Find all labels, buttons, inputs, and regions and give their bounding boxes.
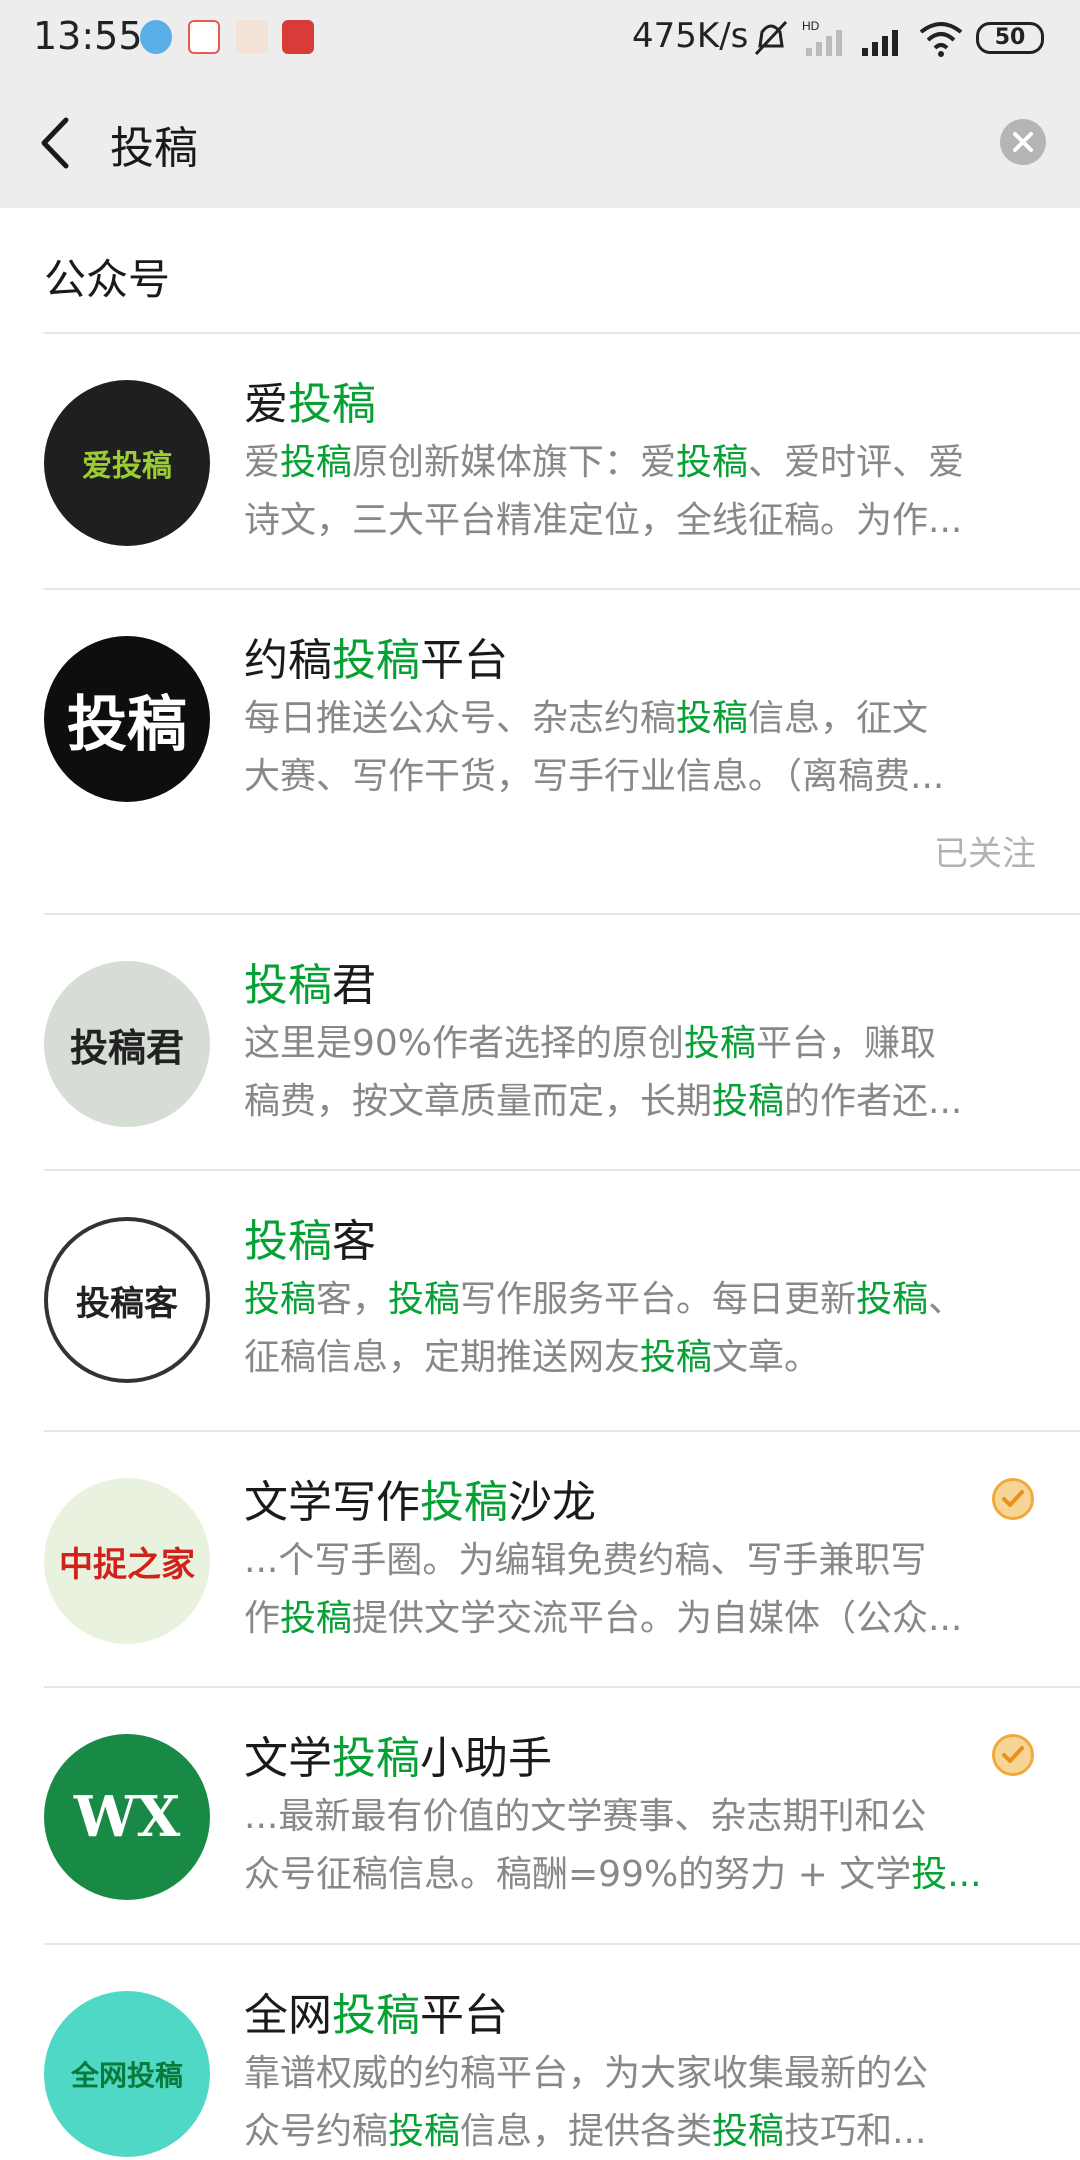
section-title-official-accounts: 公众号: [44, 255, 171, 304]
qq-notification-icon: [140, 20, 172, 54]
mute-icon: [754, 20, 788, 56]
map-notification-icon: [188, 20, 220, 54]
network-speed: 475K/s: [632, 16, 749, 56]
account-description: 投稿客，投稿写作服务平台。每日更新投稿、 征稿信息，定期推送网友投稿文章。: [244, 1279, 965, 1378]
account-avatar: WX: [44, 1734, 210, 1900]
svg-text:HD: HD: [802, 19, 820, 33]
account-avatar: 投稿: [44, 636, 210, 802]
account-description: ...最新最有价值的文学赛事、杂志期刊和公 众号征稿信息。稿酬=99%的努力 + …: [244, 1796, 982, 1895]
cell-signal-icon: [862, 30, 898, 56]
account-name: 全网投稿平台: [244, 1990, 508, 2041]
verified-badge-icon: [992, 1478, 1034, 1520]
account-name: 投稿客: [244, 1216, 376, 1267]
verified-badge-icon: [992, 1734, 1034, 1776]
account-avatar: 投稿君: [44, 961, 210, 1127]
result-item[interactable]: WX 文学投稿小助手 ...最新最有价值的文学赛事、杂志期刊和公 众号征稿信息。稿酬=…: [0, 1688, 1080, 1945]
account-name: 约稿投稿平台: [244, 635, 508, 686]
hd-signal-icon: HD: [802, 19, 842, 56]
battery-level: 50: [994, 25, 1026, 50]
status-time: 13:55: [33, 14, 143, 58]
followed-label: 已关注: [934, 834, 1036, 874]
battery-indicator: 50: [976, 22, 1044, 54]
wifi-icon: [919, 22, 963, 57]
account-description: 这里是90%作者选择的原创投稿平台，赚取 稿费，按文章质量而定，长期投稿的作者还.…: [244, 1023, 963, 1122]
back-arrow-icon[interactable]: [30, 108, 90, 178]
account-avatar: 中捉之家: [44, 1478, 210, 1644]
account-name: 投稿君: [244, 960, 376, 1011]
account-description: 爱投稿原创新媒体旗下：爱投稿、爱时评、爱 诗文，三大平台精准定位，全线征稿。为作.…: [244, 442, 965, 541]
result-item[interactable]: 投稿君 投稿君 这里是90%作者选择的原创投稿平台，赚取 稿费，按文章质量而定，长期投…: [0, 915, 1080, 1171]
account-description: 靠谱权威的约稿平台，为大家收集最新的公 众号约稿投稿信息，提供各类投稿技巧和...: [244, 2053, 929, 2152]
result-item[interactable]: 爱投稿 爱投稿 爱投稿原创新媒体旗下：爱投稿、爱时评、爱 诗文，三大平台精准定位，全线…: [0, 334, 1080, 590]
account-description: 每日推送公众号、杂志约稿投稿信息，征文 大赛、写作干货，写手行业信息。（离稿费..…: [244, 698, 945, 797]
result-item[interactable]: 投稿客 投稿客 投稿客，投稿写作服务平台。每日更新投稿、 征稿信息，定期推送网友投稿文…: [0, 1171, 1080, 1432]
zhihu-notification-icon: [236, 20, 268, 54]
search-input[interactable]: 投稿: [110, 112, 198, 176]
result-item[interactable]: 全网投稿 全网投稿平台靠谱权威的约稿平台，为大家收集最新的公 众号约稿投稿信息，提供…: [0, 1945, 1080, 2160]
account-name: 文学写作投稿沙龙: [244, 1477, 596, 1528]
search-header: 投稿: [0, 78, 1080, 208]
status-bar: 13:55 475K/s HD 50: [0, 0, 1080, 78]
account-name: 文学投稿小助手: [244, 1733, 552, 1784]
shi-notification-icon: [282, 20, 314, 54]
clear-search-icon[interactable]: [1000, 119, 1046, 165]
result-item[interactable]: 中捉之家 文学写作投稿沙龙 ...个写手圈。为编辑免费约稿、写手兼职写 作投稿提供文学…: [0, 1432, 1080, 1688]
result-item[interactable]: 投稿 约稿投稿平台每日推送公众号、杂志约稿投稿信息，征文 大赛、写作干货，写手行业信…: [0, 590, 1080, 915]
account-avatar: 爱投稿: [44, 380, 210, 546]
account-avatar: 投稿客: [44, 1217, 210, 1383]
account-description: ...个写手圈。为编辑免费约稿、写手兼职写 作投稿提供文学交流平台。为自媒体（公众…: [244, 1540, 963, 1639]
account-avatar: 全网投稿: [44, 1991, 210, 2157]
account-name: 爱投稿: [244, 379, 376, 430]
